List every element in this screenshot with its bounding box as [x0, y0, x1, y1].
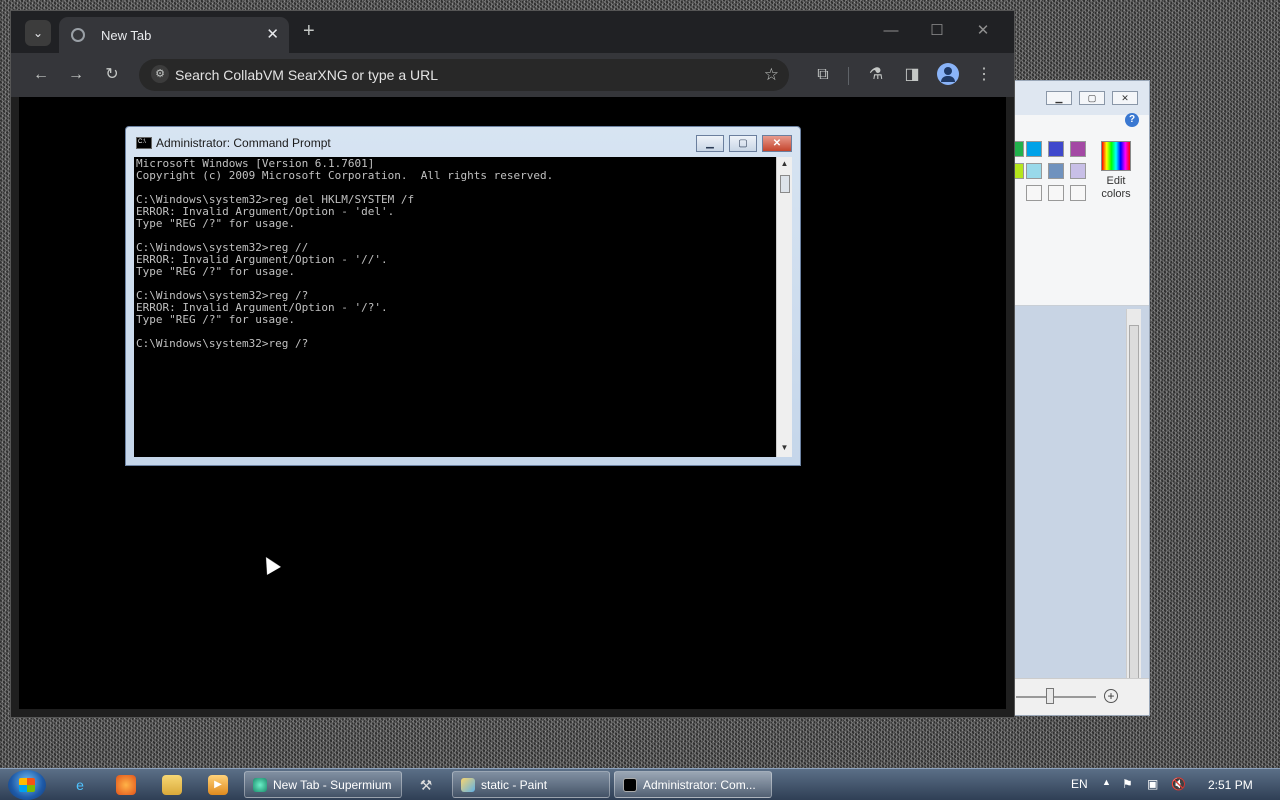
window-maximize-button[interactable]: ☐: [922, 21, 952, 41]
taskbar-item-cmd[interactable]: Administrator: Com...: [614, 771, 772, 798]
cmd-console[interactable]: Microsoft Windows [Version 6.1.7601] Cop…: [134, 157, 776, 457]
back-arrow-icon[interactable]: ←: [30, 65, 52, 85]
color-swatch[interactable]: [1026, 141, 1042, 157]
show-hidden-icons-chevron-icon[interactable]: ▲: [1102, 777, 1111, 787]
media-player-icon[interactable]: ▶: [208, 775, 228, 795]
color-swatch[interactable]: [1026, 163, 1042, 179]
menu-kebab-icon[interactable]: ⋮: [973, 65, 995, 85]
language-indicator[interactable]: EN: [1071, 777, 1088, 791]
paint-vertical-scrollbar[interactable]: [1126, 309, 1141, 715]
address-bar[interactable]: ⚙ ☆: [139, 59, 789, 91]
taskbar-item-supermium[interactable]: New Tab - Supermium: [244, 771, 402, 798]
internet-explorer-icon[interactable]: e: [70, 775, 90, 795]
site-info-icon[interactable]: ⚙: [151, 65, 169, 83]
scroll-down-arrow-icon[interactable]: ▼: [777, 443, 792, 452]
edit-colors-button[interactable]: Edit colors: [1096, 141, 1136, 201]
taskbar: e ▶ New Tab - Supermium ⚒ static - Paint…: [0, 768, 1280, 800]
volume-muted-icon[interactable]: 🔇: [1171, 777, 1186, 791]
paint-minimize-button[interactable]: ▁: [1046, 91, 1072, 105]
paint-statusbar: +: [1006, 678, 1149, 715]
omnibox-input[interactable]: [175, 65, 735, 85]
paint-icon: [461, 778, 475, 792]
paint-maximize-button[interactable]: ▢: [1079, 91, 1105, 105]
firefox-icon[interactable]: [116, 775, 136, 795]
color-swatch-empty[interactable]: [1070, 185, 1086, 201]
tab-close-icon[interactable]: ✕: [266, 25, 279, 45]
taskbar-item-label: static - Paint: [481, 778, 548, 792]
reload-icon[interactable]: ↻: [101, 65, 123, 85]
taskbar-item-label: New Tab - Supermium: [273, 778, 392, 792]
color-swatch-empty[interactable]: [1048, 185, 1064, 201]
taskbar-item-label: Administrator: Com...: [643, 778, 756, 792]
tab-title: New Tab: [101, 28, 152, 43]
cmd-app-icon: C:\: [136, 137, 152, 149]
cmd-minimize-button[interactable]: ▁: [696, 135, 724, 152]
bookmark-star-icon[interactable]: ☆: [764, 65, 779, 85]
taskbar-item-paint[interactable]: static - Paint: [452, 771, 610, 798]
cmd-icon: [623, 778, 637, 792]
zoom-slider-knob[interactable]: [1046, 688, 1054, 704]
paint-ribbon: ? Edit colors: [1006, 113, 1149, 306]
side-panel-icon[interactable]: ◨: [901, 65, 923, 85]
paint-scroll-thumb[interactable]: [1129, 325, 1139, 715]
cmd-window-title: Administrator: Command Prompt: [156, 136, 331, 150]
scroll-up-arrow-icon[interactable]: ▲: [777, 159, 792, 168]
network-icon[interactable]: ▣: [1147, 777, 1158, 791]
console-output: Microsoft Windows [Version 6.1.7601] Cop…: [136, 157, 554, 350]
help-icon[interactable]: ?: [1125, 113, 1139, 127]
color-swatch[interactable]: [1048, 141, 1064, 157]
window-close-button[interactable]: ✕: [968, 21, 998, 41]
profile-avatar-icon[interactable]: [937, 63, 959, 85]
clock-time[interactable]: 2:51 PM: [1208, 778, 1253, 792]
cmd-vertical-scrollbar[interactable]: ▲ ▼: [776, 157, 792, 457]
action-center-flag-icon[interactable]: ⚑: [1122, 777, 1133, 791]
tab-strip: ⌄ New Tab ✕ + — ☐ ✕: [11, 11, 1014, 53]
browser-toolbar: ← → ↻ ⚙ ☆ ⧉ ⚗ ◨ ⋮: [11, 53, 1014, 97]
color-wheel-icon: [1101, 141, 1131, 171]
zoom-in-icon[interactable]: +: [1104, 689, 1118, 703]
misc-app-icon[interactable]: ⚒: [416, 775, 436, 795]
color-swatch-empty[interactable]: [1026, 185, 1042, 201]
paint-window[interactable]: ▁ ▢ ✕ ? Edit colors +: [1005, 80, 1150, 716]
start-button[interactable]: [8, 770, 46, 800]
zoom-slider-track[interactable]: [1016, 696, 1096, 698]
globe-icon: [71, 28, 85, 42]
color-swatch[interactable]: [1070, 163, 1086, 179]
window-minimize-button[interactable]: —: [876, 21, 906, 41]
paint-close-button[interactable]: ✕: [1112, 91, 1138, 105]
cmd-maximize-button[interactable]: ▢: [729, 135, 757, 152]
toolbar-divider: [848, 67, 849, 85]
file-explorer-folder-icon[interactable]: [162, 775, 182, 795]
labs-flask-icon[interactable]: ⚗: [865, 65, 887, 85]
tab-new-tab[interactable]: New Tab ✕: [59, 17, 289, 53]
color-swatch[interactable]: [1070, 141, 1086, 157]
cmd-close-button[interactable]: ✕: [762, 135, 792, 152]
tab-search-chevron-icon[interactable]: ⌄: [25, 20, 51, 46]
extensions-puzzle-icon[interactable]: ⧉: [812, 65, 834, 85]
new-tab-plus-icon[interactable]: +: [303, 21, 315, 41]
cmd-window[interactable]: C:\ Administrator: Command Prompt ▁ ▢ ✕ …: [125, 126, 801, 466]
edit-colors-label-2: colors: [1101, 188, 1131, 200]
cmd-scroll-thumb[interactable]: [780, 175, 790, 193]
edit-colors-label-1: Edit: [1106, 175, 1126, 187]
supermium-icon: [253, 778, 267, 792]
paint-titlebar[interactable]: ▁ ▢ ✕: [1006, 81, 1149, 115]
forward-arrow-icon[interactable]: →: [65, 65, 87, 85]
color-swatch[interactable]: [1048, 163, 1064, 179]
